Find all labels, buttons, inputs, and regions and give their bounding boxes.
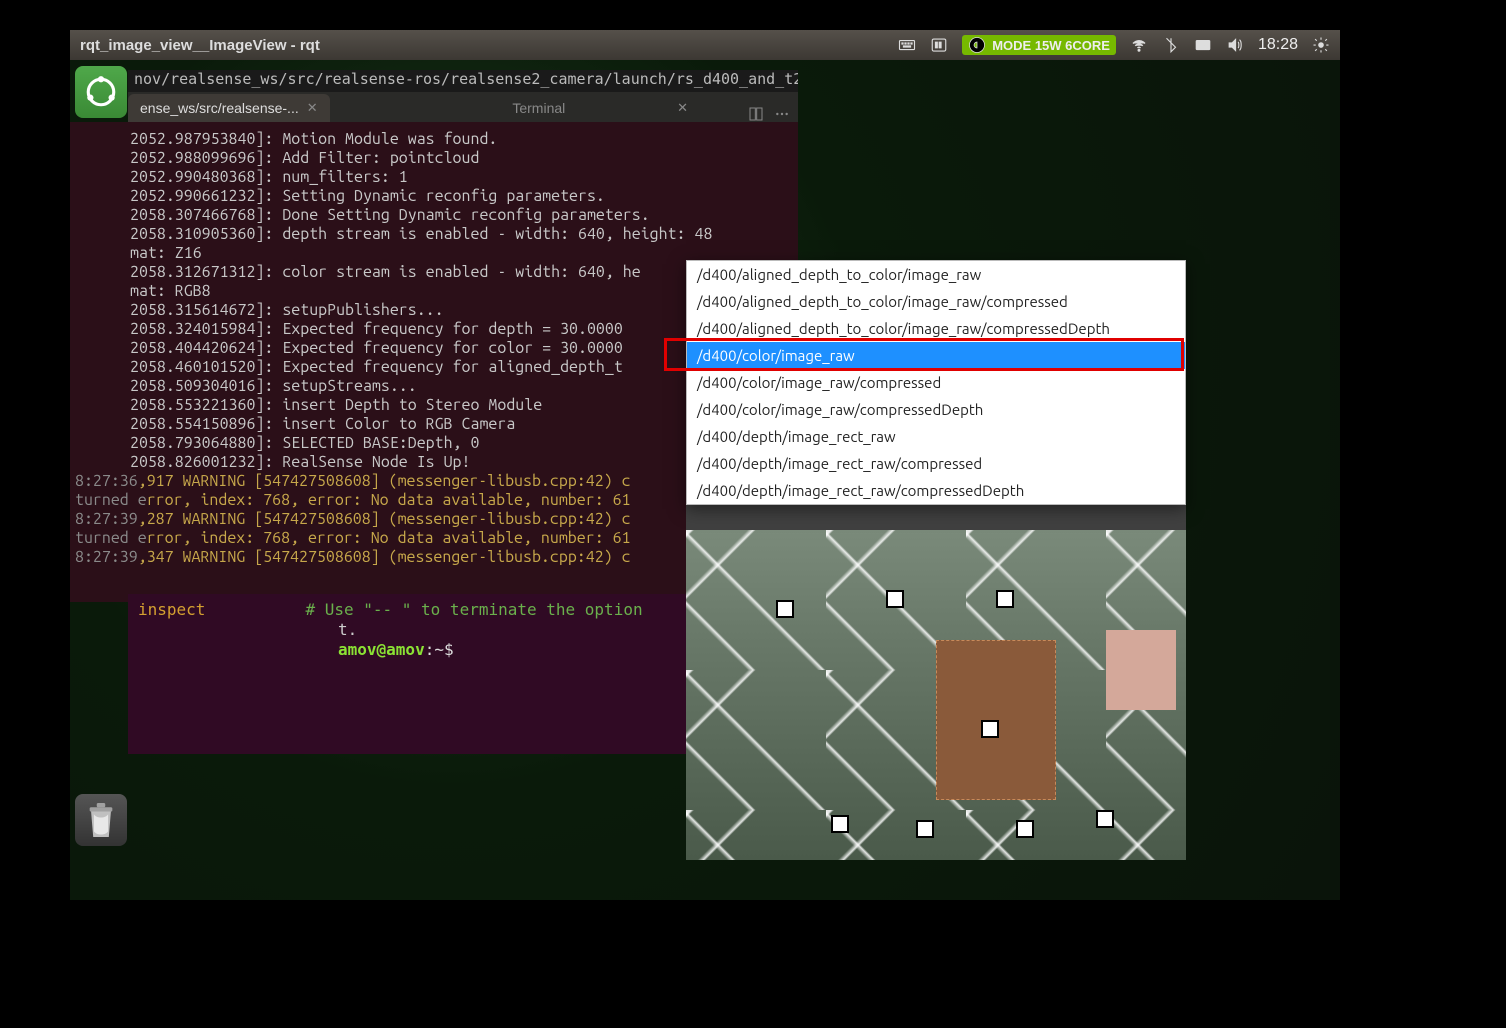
system-tray: MODE 15W 6CORE 18:28 [898, 35, 1330, 55]
aruco-marker [1096, 810, 1114, 828]
trash-icon[interactable] [75, 794, 127, 846]
dropdown-item[interactable]: /d400/depth/image_rect_raw [687, 423, 1185, 450]
aruco-marker [776, 600, 794, 618]
window-title: rqt_image_view__ImageView - rqt [80, 37, 898, 54]
close-icon[interactable]: ✕ [677, 100, 688, 116]
aruco-marker [916, 820, 934, 838]
aruco-marker [886, 590, 904, 608]
close-icon[interactable]: ✕ [307, 100, 318, 116]
split-icon[interactable] [748, 106, 764, 122]
dropdown-item[interactable]: /d400/depth/image_rect_raw/compressed [687, 450, 1185, 477]
keyboard-icon[interactable] [898, 36, 916, 54]
mail-icon[interactable] [1194, 36, 1212, 54]
editor-path-bar: nov/realsense_ws/src/realsense-ros/reals… [128, 70, 798, 92]
dropdown-item[interactable]: /d400/color/image_raw [687, 342, 1185, 369]
dropdown-item[interactable]: /d400/color/image_raw/compressed [687, 369, 1185, 396]
wifi-icon[interactable] [1130, 36, 1148, 54]
aruco-marker [981, 720, 999, 738]
camera-image [686, 530, 1186, 860]
gear-icon[interactable] [1312, 36, 1330, 54]
foam-mat [1106, 630, 1176, 710]
aruco-marker [1016, 820, 1034, 838]
volume-icon[interactable] [1226, 36, 1244, 54]
nvidia-power-badge[interactable]: MODE 15W 6CORE [962, 35, 1116, 55]
dropdown-item[interactable]: /d400/aligned_depth_to_color/image_raw/c… [687, 315, 1185, 342]
aruco-marker [831, 815, 849, 833]
more-icon[interactable] [774, 106, 790, 122]
top-panel: rqt_image_view__ImageView - rqt MODE 15W… [70, 30, 1340, 60]
input-method-icon[interactable] [930, 36, 948, 54]
dropdown-item[interactable]: /d400/depth/image_rect_raw/compressedDep… [687, 477, 1185, 504]
aruco-marker [996, 590, 1014, 608]
dropdown-item[interactable]: /d400/aligned_depth_to_color/image_raw [687, 261, 1185, 288]
dash-icon[interactable] [75, 66, 127, 118]
topic-dropdown[interactable]: /d400/aligned_depth_to_color/image_raw/d… [686, 260, 1186, 505]
tab-terminal[interactable]: Terminal ✕ [330, 94, 748, 122]
dropdown-item[interactable]: /d400/color/image_raw/compressedDepth [687, 396, 1185, 423]
bluetooth-icon[interactable] [1162, 36, 1180, 54]
dropdown-item[interactable]: /d400/aligned_depth_to_color/image_raw/c… [687, 288, 1185, 315]
editor-tab-row: ense_ws/src/realsense-... ✕ Terminal ✕ [128, 92, 798, 122]
power-mode-label: MODE 15W 6CORE [992, 38, 1110, 53]
tab-realsense-file[interactable]: ense_ws/src/realsense-... ✕ [128, 94, 330, 122]
clock[interactable]: 18:28 [1258, 36, 1298, 54]
prompt-user: amov@amov [338, 640, 425, 659]
